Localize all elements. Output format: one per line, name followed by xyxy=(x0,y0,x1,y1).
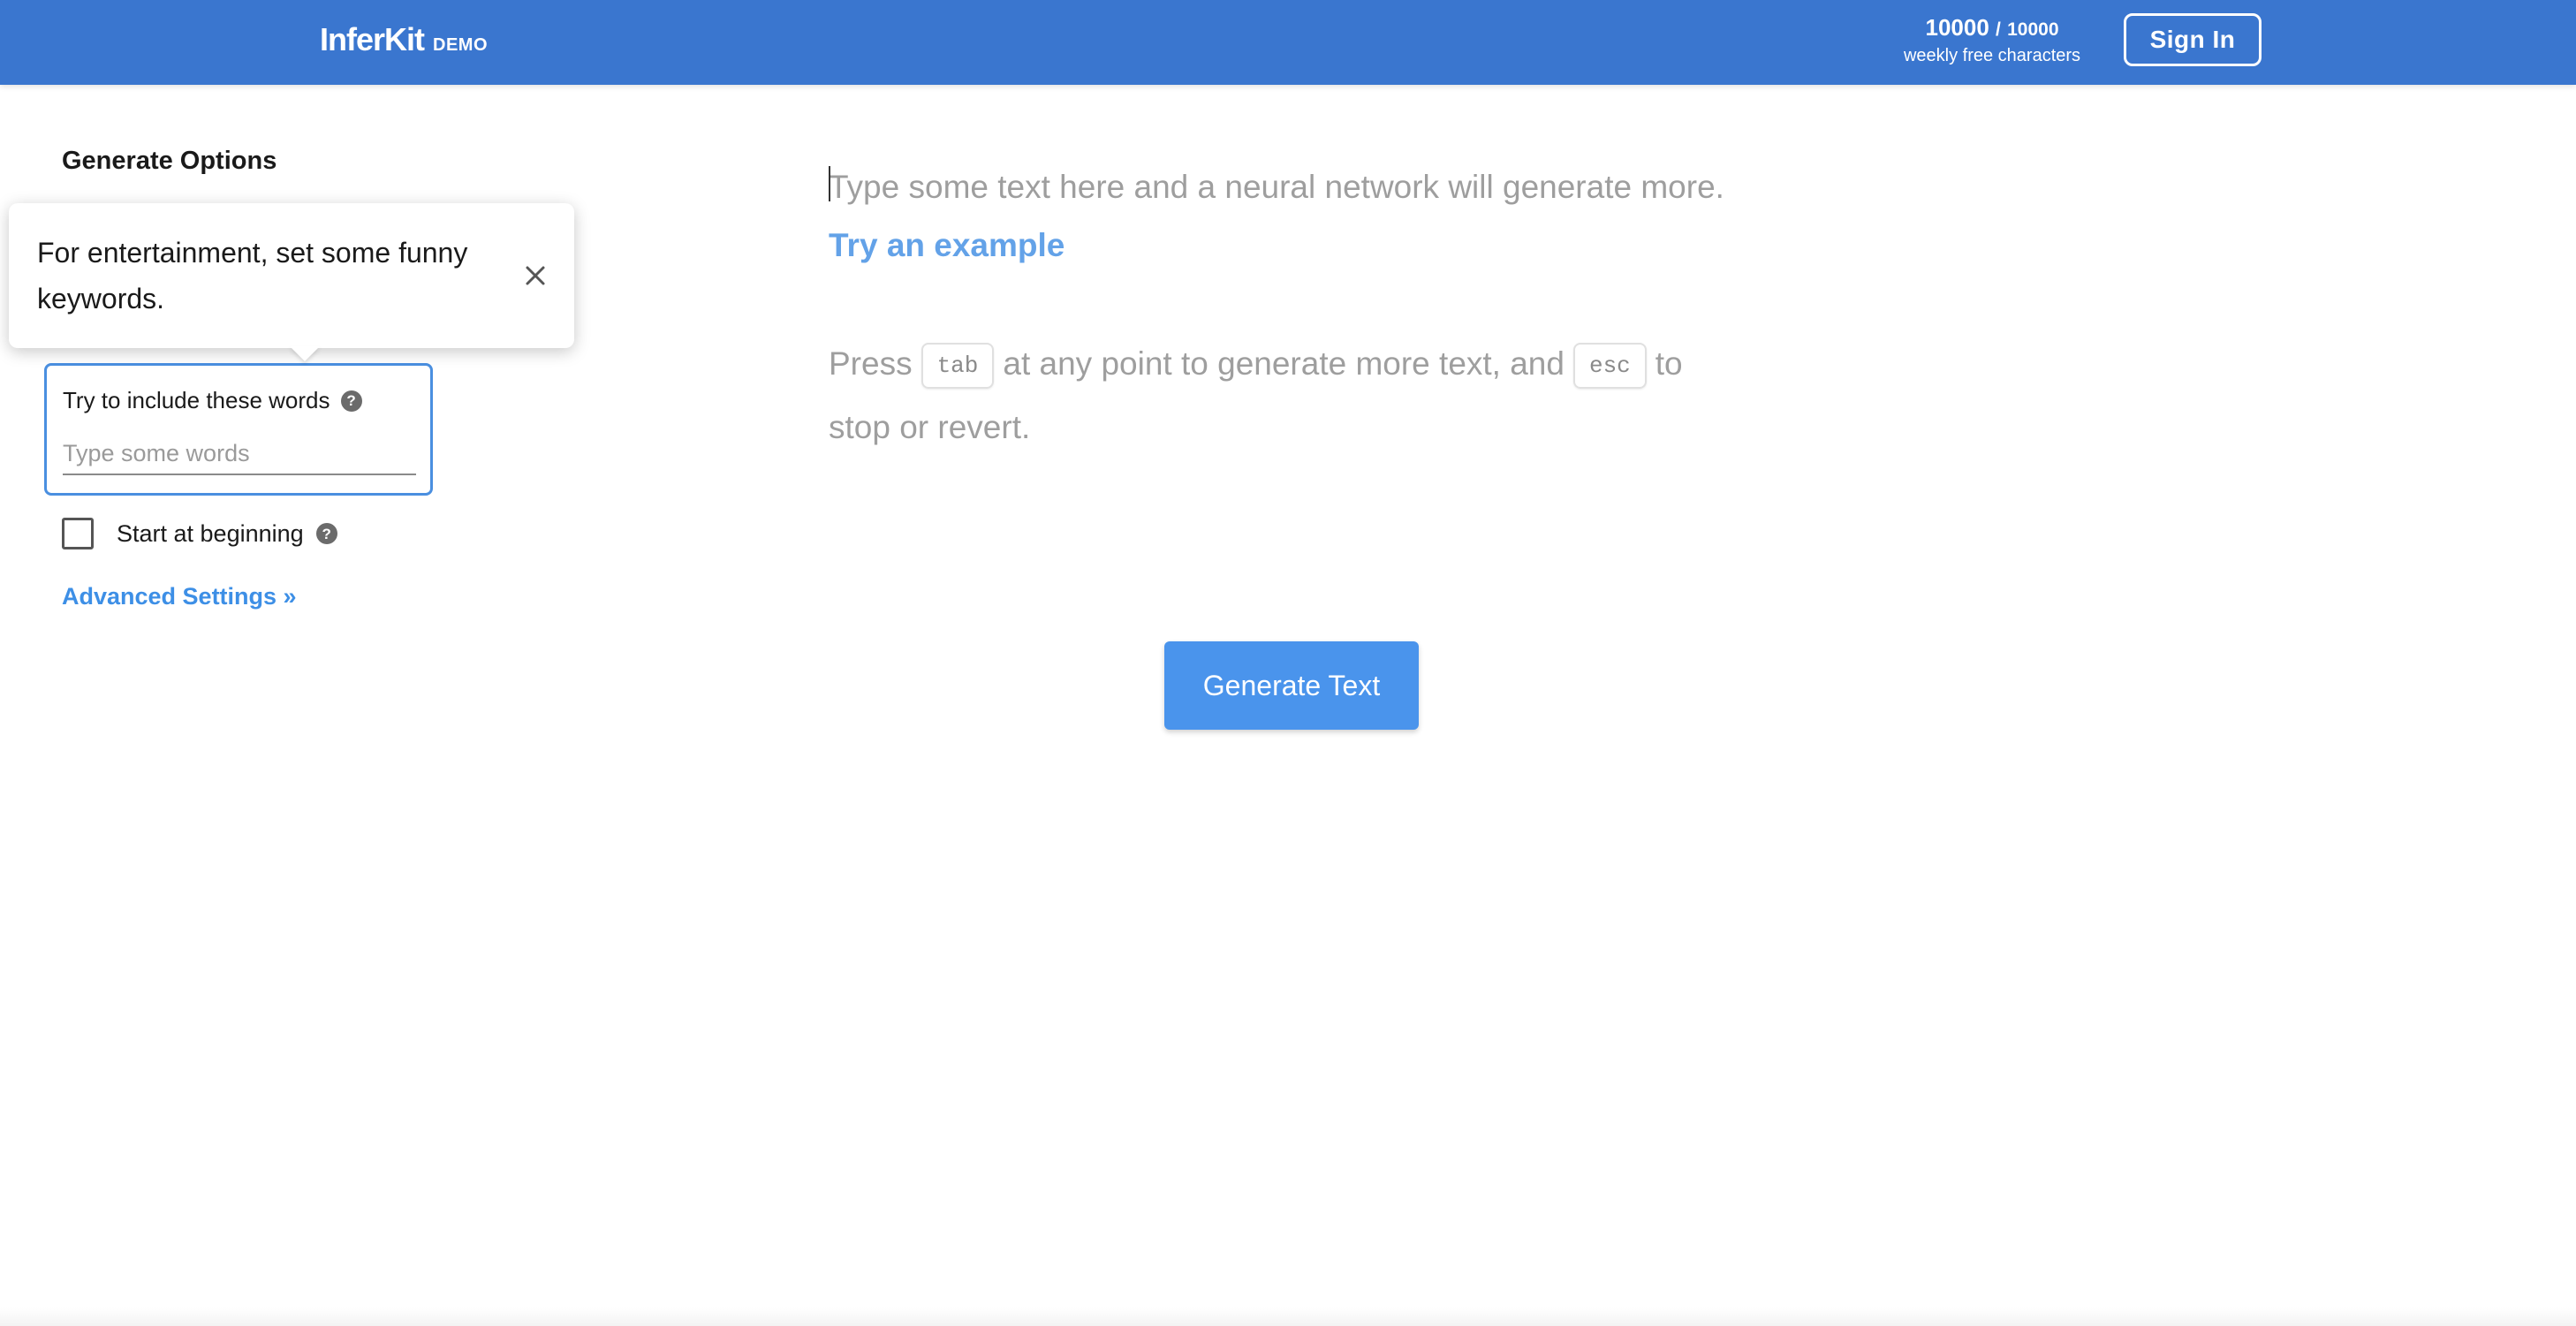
brand-name: InferKit xyxy=(320,21,425,57)
brand-tag: DEMO xyxy=(433,35,488,55)
help-icon[interactable]: ? xyxy=(340,390,362,412)
try-example-link[interactable]: Try an example xyxy=(829,221,1712,270)
tab-key-badge: tab xyxy=(921,343,995,390)
keywords-field-group: Try to include these words ? xyxy=(44,363,433,496)
brand-logo[interactable]: InferKit DEMO xyxy=(320,21,488,58)
keyboard-instructions: Press tab at any point to generate more te… xyxy=(829,332,1712,459)
character-quota: 10000 / 10000 weekly free characters xyxy=(1873,12,2111,66)
advanced-settings-link[interactable]: Advanced Settings » xyxy=(62,583,297,610)
start-at-beginning-checkbox[interactable] xyxy=(62,518,94,549)
instructions-press: Press xyxy=(829,345,913,382)
quota-caption: weekly free characters xyxy=(1903,46,2081,65)
instructions-middle: at any point to generate more text, and xyxy=(1003,345,1565,382)
text-caret xyxy=(829,166,830,201)
editor-placeholder: Type some text here and a neural network… xyxy=(829,169,1724,205)
start-at-beginning-option: Start at beginning ? xyxy=(62,518,337,549)
help-icon[interactable]: ? xyxy=(315,523,337,544)
esc-key-badge: esc xyxy=(1572,343,1647,390)
generate-options-title: Generate Options xyxy=(62,147,277,175)
close-icon[interactable] xyxy=(519,260,551,292)
quota-separator: / xyxy=(1996,19,2001,40)
text-editor[interactable]: Type some text here and a neural network… xyxy=(829,159,1724,270)
bottom-edge-shadow xyxy=(0,1307,2576,1326)
top-bar: InferKit DEMO 10000 / 10000 weekly free … xyxy=(0,0,2576,85)
tooltip-arrow xyxy=(290,346,320,361)
quota-used: 10000 xyxy=(1925,14,1989,41)
keywords-input[interactable] xyxy=(63,433,416,475)
keywords-label: Try to include these words xyxy=(63,387,330,413)
start-at-beginning-label[interactable]: Start at beginning xyxy=(117,520,304,548)
sign-in-button[interactable]: Sign In xyxy=(2124,13,2262,66)
quota-total: 10000 xyxy=(2007,19,2059,40)
tooltip-popover: For entertainment, set some funny keywor… xyxy=(9,203,574,348)
tooltip-text: For entertainment, set some funny keywor… xyxy=(37,237,468,314)
generate-text-button[interactable]: Generate Text xyxy=(1164,641,1419,730)
page: InferKit DEMO 10000 / 10000 weekly free … xyxy=(0,0,2576,1326)
